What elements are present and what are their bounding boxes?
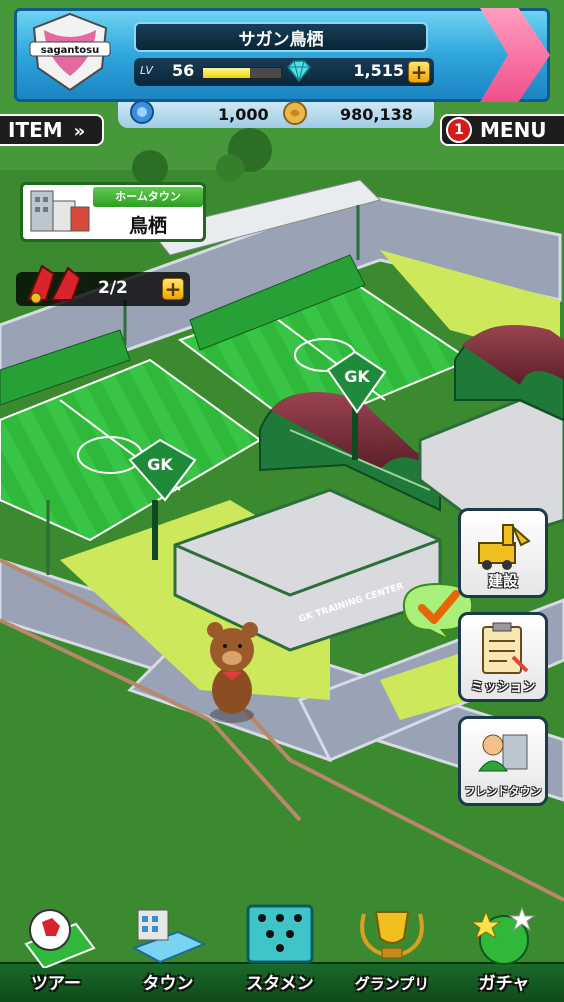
team-logo-icon[interactable]: sagantosu: [24, 10, 116, 94]
buildings-icon: [30, 190, 90, 232]
gem-count: 1,515: [353, 61, 404, 80]
item-label: ITEM: [8, 118, 63, 142]
double-chevron-right-icon: »: [73, 121, 86, 142]
nav-town-label: タウン: [142, 974, 194, 994]
header-next-arrow[interactable]: [480, 8, 550, 102]
friend-town-icon: [478, 734, 528, 772]
coin-icon: [283, 101, 307, 125]
town-scene[interactable]: GK TRAINING CENTER GK GK: [0, 0, 564, 1000]
hometown-title: ホームタウン: [93, 187, 203, 207]
gk-sign-text: GK: [344, 367, 370, 386]
gk-sign-text: GK: [147, 455, 173, 474]
add-gems-button[interactable]: +: [408, 61, 430, 83]
friend-town-button[interactable]: フレンドタウン: [458, 716, 548, 806]
soccer-ball-icon: [24, 909, 96, 968]
friend-town-label: フレンドタウン: [464, 785, 542, 798]
mission-label: ミッション: [470, 680, 536, 695]
menu-label: MENU: [480, 118, 547, 142]
mission-clipboard-icon: [482, 622, 529, 674]
build-label: 建設: [487, 572, 518, 590]
hometown-card[interactable]: ホームタウン 鳥栖: [20, 182, 206, 242]
mission-button[interactable]: ミッション: [458, 612, 548, 702]
xp-progress-bar: [202, 67, 282, 79]
team-name: サガン鳥栖: [134, 22, 428, 52]
build-button[interactable]: 建設: [458, 508, 548, 598]
nav-gacha[interactable]: ガチャ: [448, 904, 560, 1000]
stock-value: 2/2: [98, 278, 128, 298]
nav-lineup-label: スタメン: [246, 974, 314, 994]
town-icon: [131, 909, 207, 964]
item-button[interactable]: ITEM »: [0, 114, 104, 146]
xp-progress-fill: [203, 68, 250, 78]
menu-notification-badge: 1: [446, 117, 472, 143]
nav-town[interactable]: タウン: [112, 904, 224, 1000]
stock-counter: 2/2 +: [16, 264, 190, 306]
nav-grandprix-label: グランプリ: [354, 975, 430, 993]
level-value: 56: [172, 61, 195, 80]
ticket-icon: [130, 100, 154, 124]
coin-count: 980,138: [340, 105, 413, 124]
add-stock-button[interactable]: +: [162, 278, 184, 300]
trophy-icon: [360, 911, 424, 959]
nav-tour-label: ツアー: [31, 974, 81, 994]
gem-icon: [286, 60, 312, 83]
nav-lineup[interactable]: スタメン: [224, 904, 336, 1000]
level-label: LV: [140, 64, 153, 77]
level-bar: LV 56 1,515 +: [134, 58, 434, 86]
nav-grandprix[interactable]: グランプリ: [336, 904, 448, 1000]
nav-tour[interactable]: ツアー: [0, 904, 112, 1000]
robot-crane-icon: [26, 264, 82, 304]
nav-gacha-label: ガチャ: [478, 974, 530, 994]
ticket-count: 1,000: [218, 105, 269, 124]
gacha-icon: [470, 906, 536, 965]
logo-text: sagantosu: [41, 45, 99, 56]
construction-icon: [478, 524, 531, 570]
hometown-name: 鳥栖: [128, 215, 167, 237]
currency-bar: 1,000 980,138: [118, 100, 434, 128]
lineup-icon: [246, 904, 314, 964]
